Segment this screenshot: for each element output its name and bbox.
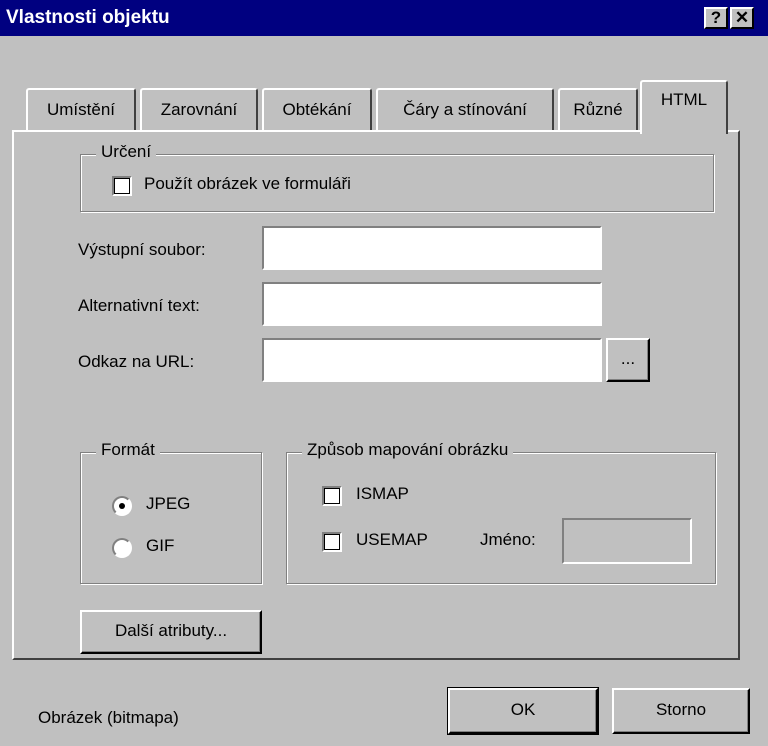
tab-label: Umístění (46, 100, 116, 119)
status-text: Obrázek (bitmapa) (38, 708, 179, 727)
tab-label: HTML (660, 90, 708, 109)
more-attributes-button[interactable]: Další atributy... (80, 610, 262, 654)
mapping-group-label: Způsob mapování obrázku (302, 440, 514, 460)
url-label: Odkaz na URL: (78, 352, 195, 371)
urceni-group-label: Určení (96, 142, 157, 162)
help-button[interactable]: ? (704, 7, 728, 29)
checkbox-box[interactable] (322, 532, 342, 552)
tab-label: Obtékání (282, 100, 352, 119)
browse-url-button[interactable]: ... (606, 338, 650, 382)
format-group-label: Formát (96, 440, 160, 460)
use-in-form-label: Použít obrázek ve formuláři (144, 174, 351, 193)
tab-obtekani[interactable]: Obtékání (262, 88, 372, 132)
usemap-checkbox[interactable] (322, 532, 342, 552)
jpeg-radio[interactable] (112, 496, 132, 516)
window-title: Vlastnosti objektu (6, 7, 170, 28)
jpeg-label: JPEG (146, 494, 191, 513)
ismap-label: ISMAP (356, 484, 409, 503)
ok-button[interactable]: OK (447, 687, 599, 735)
ismap-checkbox[interactable] (322, 486, 342, 506)
alt-text-label: Alternativní text: (78, 296, 200, 315)
tab-label: Různé (573, 100, 623, 119)
radio-selected-dot (119, 503, 125, 509)
tab-cary-a-stinovani[interactable]: Čáry a stínování (376, 88, 554, 132)
tab-zarovnani[interactable]: Zarovnání (140, 88, 258, 132)
close-icon[interactable]: ✕ (730, 7, 754, 29)
checkbox-box[interactable] (322, 486, 342, 506)
output-file-input[interactable] (262, 226, 602, 270)
format-group (80, 452, 262, 584)
use-in-form-checkbox[interactable] (112, 176, 132, 196)
usemap-label: USEMAP (356, 530, 428, 549)
gif-radio[interactable] (112, 538, 132, 558)
tab-umisteni[interactable]: Umístění (26, 88, 136, 132)
gif-label: GIF (146, 536, 175, 555)
map-name-label: Jméno: (480, 530, 536, 549)
alt-text-input[interactable] (262, 282, 602, 326)
tab-ruzne[interactable]: Různé (558, 88, 638, 132)
map-name-input[interactable] (562, 518, 692, 564)
cancel-button[interactable]: Storno (612, 688, 750, 734)
output-file-label: Výstupní soubor: (78, 240, 206, 259)
url-input[interactable] (262, 338, 602, 382)
tab-label: Čáry a stínování (403, 100, 527, 119)
title-bar: Vlastnosti objektu ? ✕ (0, 0, 768, 36)
tab-label: Zarovnání (160, 100, 238, 119)
checkbox-box[interactable] (112, 176, 132, 196)
tab-html[interactable]: HTML (640, 80, 728, 134)
